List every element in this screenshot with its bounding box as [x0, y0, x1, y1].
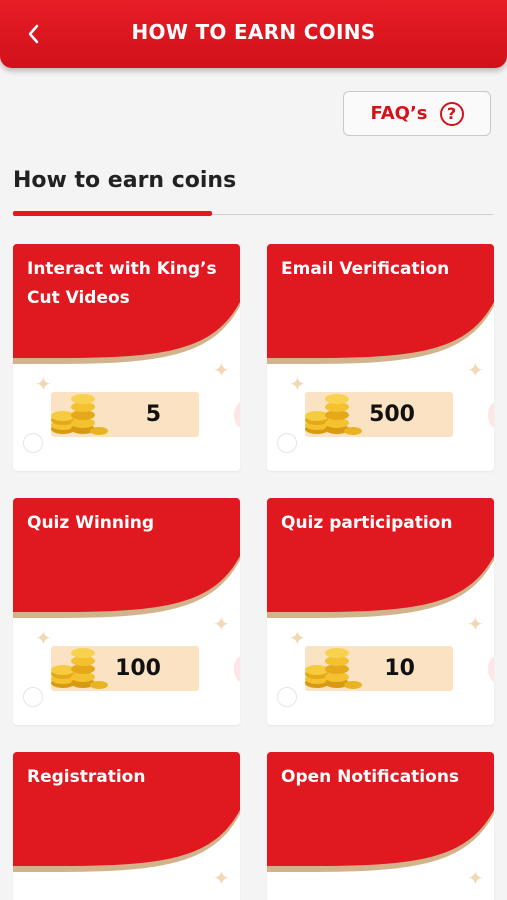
sparkle-icon: ✦ — [467, 866, 484, 890]
sparkle-icon: ✦ — [467, 358, 484, 382]
card-title: Quiz participation — [281, 513, 453, 533]
faq-label: FAQ’s — [370, 103, 428, 124]
earn-card[interactable]: Quiz participation ✦ ✦ 10 — [267, 498, 494, 725]
tab-active-indicator — [13, 211, 212, 216]
coin-value: 500 — [369, 402, 415, 427]
coin-value: 100 — [115, 656, 161, 681]
top-app-bar: HOW TO EARN COINS — [0, 0, 507, 68]
earn-card[interactable]: Quiz Winning ✦ ✦ 100 — [13, 498, 240, 725]
card-radio[interactable] — [277, 433, 297, 453]
coin-reward-box: 10 — [305, 646, 453, 691]
card-title: Quiz Winning — [27, 513, 155, 533]
earn-card[interactable]: Email Verification ✦ ✦ 500 — [267, 244, 494, 471]
earn-card[interactable]: Interact with King’s Cut Videos ✦ ✦ 5 — [13, 244, 240, 471]
sparkle-icon: ✦ — [213, 866, 230, 890]
card-radio[interactable] — [23, 433, 43, 453]
sparkle-icon: ✦ — [467, 612, 484, 636]
section-title: How to earn coins — [13, 168, 237, 193]
card-title: Interact with King’s Cut Videos — [27, 259, 217, 308]
coin-reward-box: 5 — [51, 392, 199, 437]
card-radio[interactable] — [23, 687, 43, 707]
sparkle-icon: ✦ — [213, 358, 230, 382]
coin-reward-box: 100 — [51, 646, 199, 691]
coin-stack-icon — [305, 394, 362, 435]
coin-value: 10 — [384, 656, 415, 681]
coin-stack-icon — [305, 648, 362, 689]
earn-card[interactable]: Open Notifications ✦ — [267, 752, 494, 900]
coin-reward-box: 500 — [305, 392, 453, 437]
earn-card[interactable]: Registration ✦ — [13, 752, 240, 900]
coin-value: 5 — [145, 402, 161, 427]
sparkle-icon: ✦ — [213, 612, 230, 636]
card-title: Email Verification — [281, 259, 450, 279]
coin-stack-icon — [51, 394, 108, 435]
card-title: Registration — [27, 767, 146, 787]
page-title: HOW TO EARN COINS — [131, 20, 376, 44]
coin-stack-icon — [51, 648, 108, 689]
faq-button[interactable]: FAQ’s ? — [343, 91, 491, 136]
question-circle-icon: ? — [439, 101, 464, 126]
card-title: Open Notifications — [281, 767, 460, 787]
card-radio[interactable] — [277, 687, 297, 707]
